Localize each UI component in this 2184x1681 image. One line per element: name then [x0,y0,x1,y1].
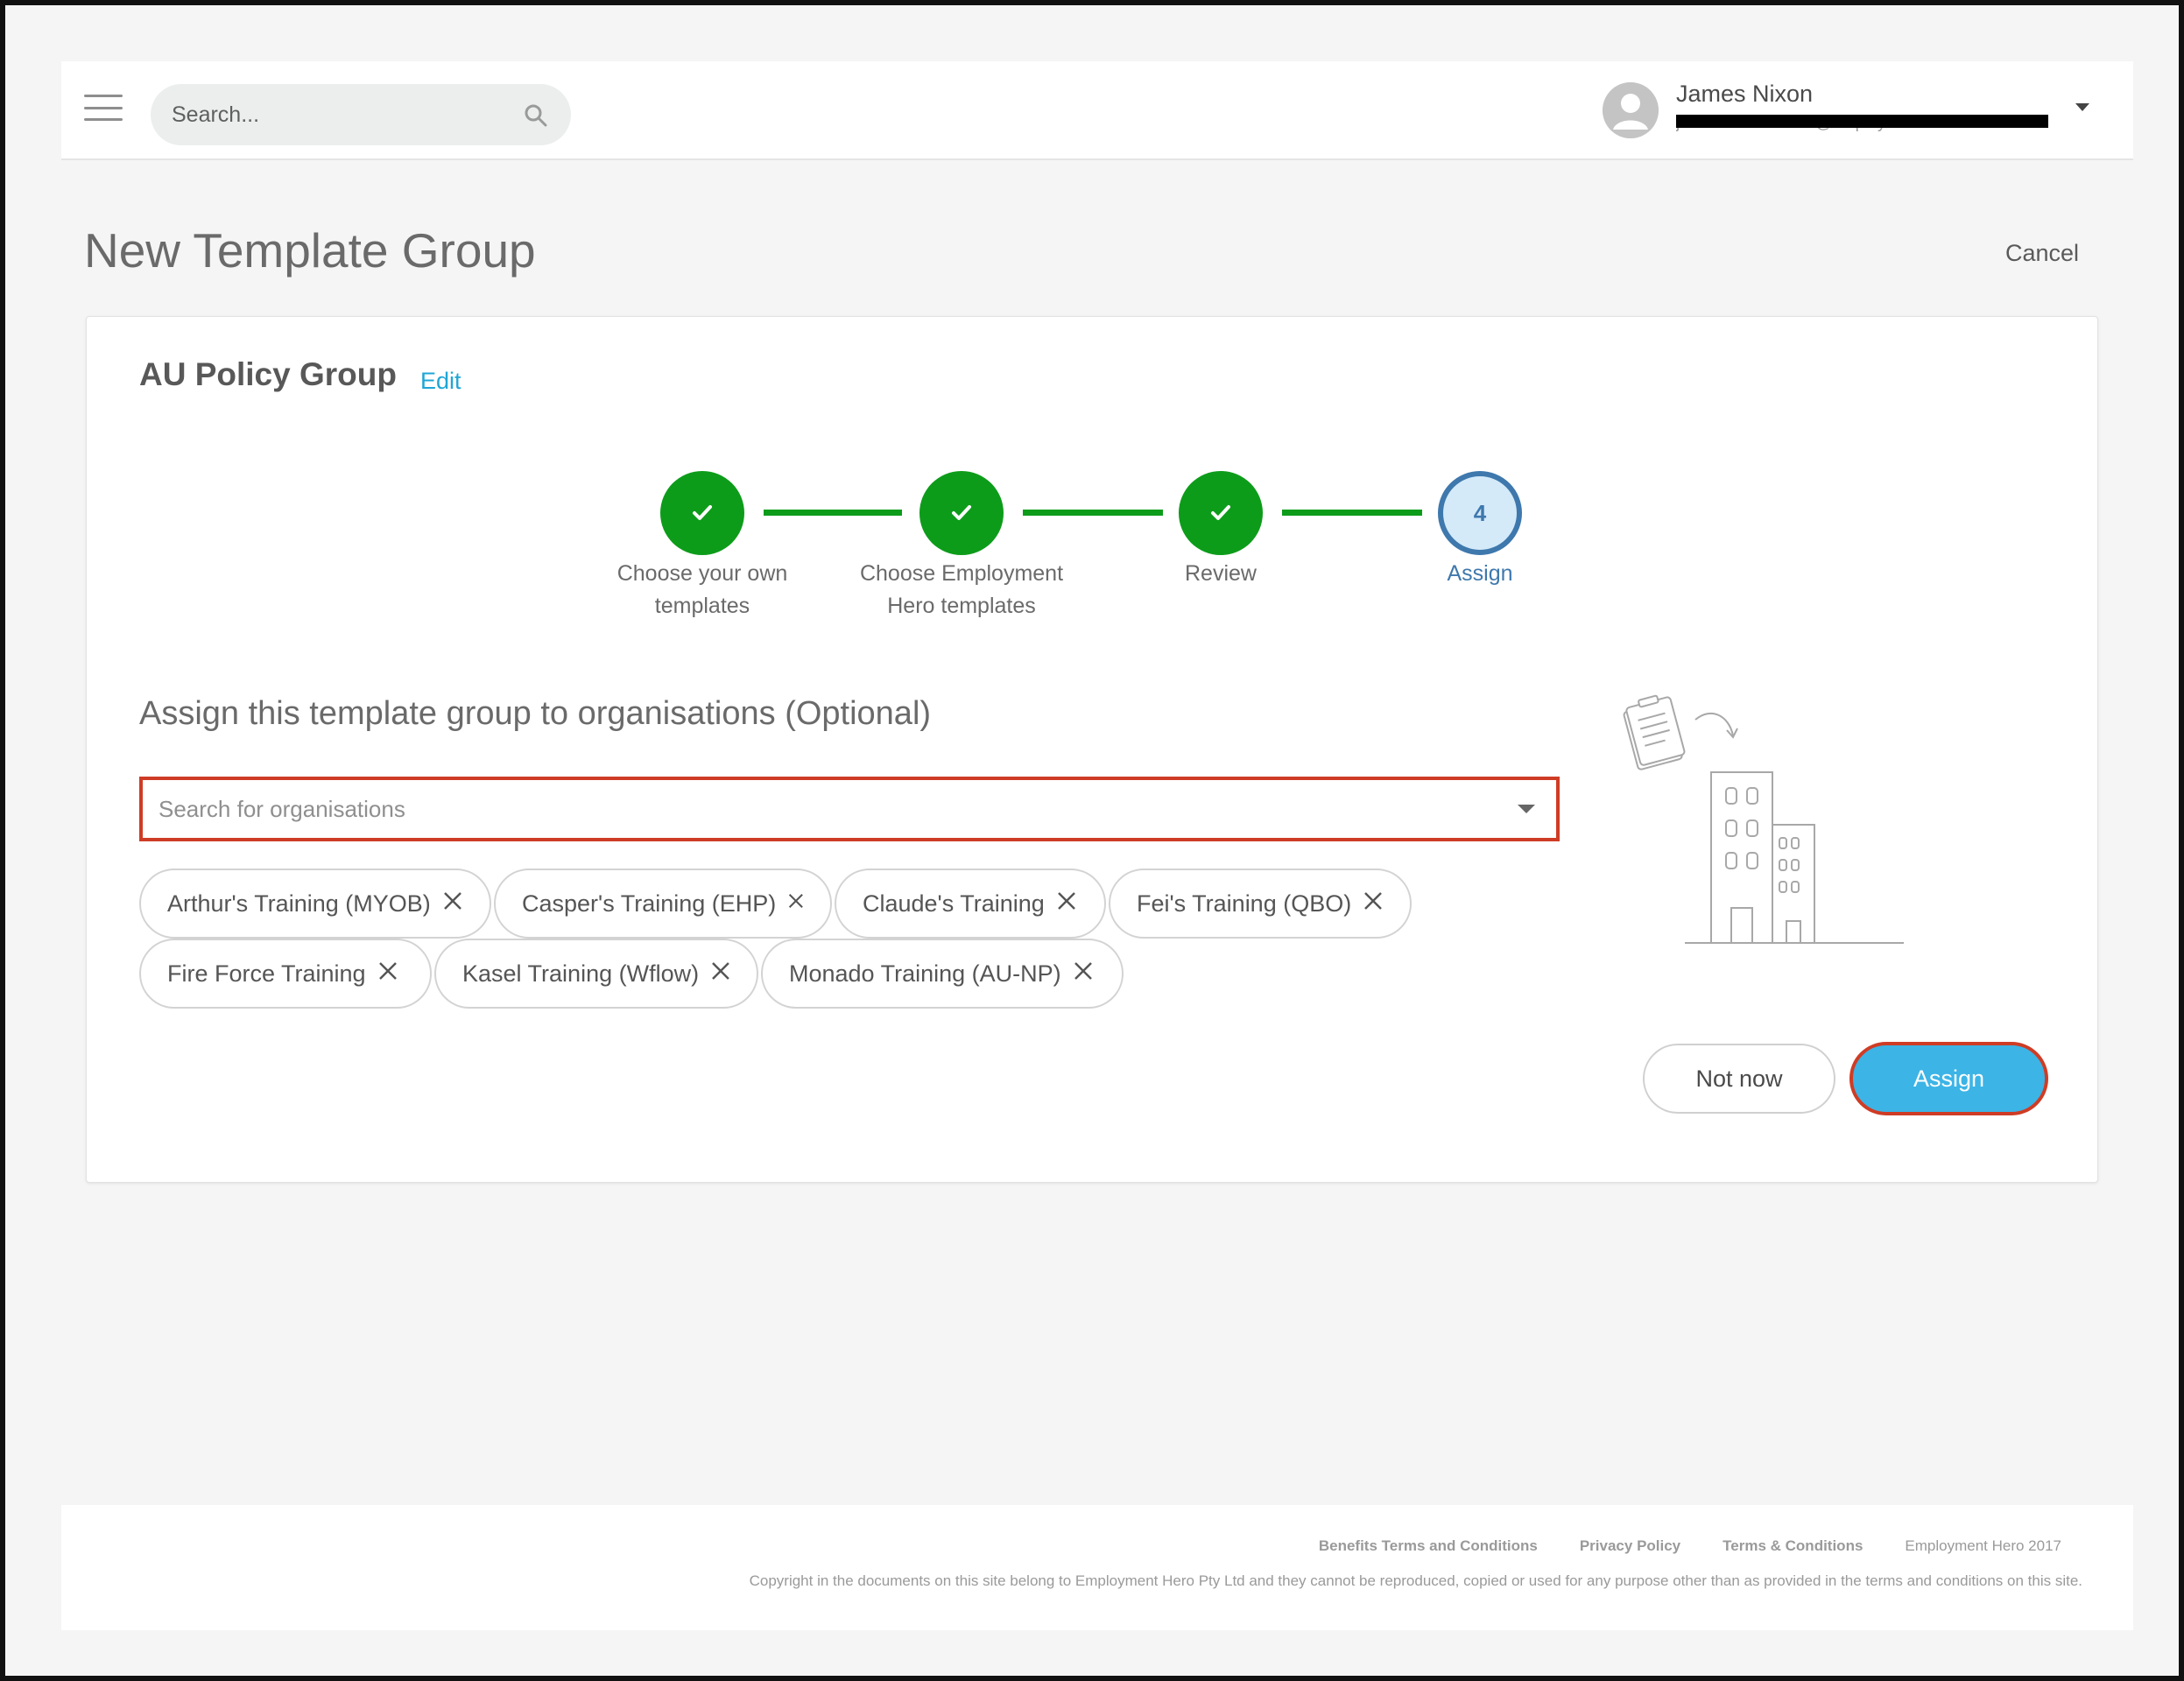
organisation-search-input[interactable] [159,780,1472,838]
app-window: James Nixon jamesnixon+test00@employment… [0,0,2184,1681]
remove-chip-icon[interactable] [378,961,398,981]
global-search-input[interactable] [172,84,504,145]
not-now-button[interactable]: Not now [1643,1044,1835,1114]
remove-chip-icon[interactable] [1363,891,1383,911]
step-connector [1023,510,1163,516]
checkmark-icon [952,505,971,520]
search-icon[interactable] [524,103,548,128]
cancel-link[interactable]: Cancel [2005,240,2079,267]
remove-chip-icon[interactable] [1057,891,1076,911]
step-connector [764,510,902,516]
user-silhouette-icon [1603,82,1659,138]
footer-link-privacy-policy[interactable]: Privacy Policy [1580,1537,1680,1555]
selected-org-chip: Claude's Training [835,869,1106,939]
step-4-label: Assign [1447,561,1513,586]
selected-org-chip: Casper's Training (EHP) [494,869,832,939]
edit-group-name-link[interactable]: Edit [420,368,461,395]
step-2-circle [919,471,1004,555]
step-connector [1282,510,1422,516]
assign-heading: Assign this template group to organisati… [139,695,932,732]
chevron-down-icon[interactable] [1518,805,1535,813]
checkmark-icon [1211,505,1230,520]
selected-org-chip: Fei's Training (QBO) [1109,869,1412,939]
user-name: James Nixon [1676,81,1814,107]
template-group-card: AU Policy Group Edit 4 Choose your own t… [86,316,2098,1183]
footer-link-benefits-terms[interactable]: Benefits Terms and Conditions [1319,1537,1538,1555]
page-title: New Template Group [84,223,536,278]
chevron-down-icon[interactable] [2075,103,2089,111]
group-name: AU Policy Group [139,356,397,392]
step-number: 4 [1473,499,1487,526]
redaction-bar [1676,115,2048,128]
user-menu[interactable]: James Nixon jamesnixon+test00@employment… [1603,77,2110,147]
step-2-label: Choose Employment Hero templates [859,561,1064,618]
remove-chip-icon[interactable] [711,961,730,981]
global-search [151,84,571,145]
step-4-circle: 4 [1438,471,1522,555]
step-3-circle [1179,471,1263,555]
clipboard-icon [1623,694,1686,770]
remove-chip-icon[interactable] [1074,961,1093,981]
footer-links: Benefits Terms and Conditions Privacy Po… [1319,1537,2061,1555]
organisation-search-select[interactable] [139,777,1560,841]
step-3-label: Review [1185,561,1257,586]
avatar [1603,82,1659,138]
assign-button[interactable]: Assign [1849,1042,2048,1115]
footer-link-terms-conditions[interactable]: Terms & Conditions [1723,1537,1863,1555]
footer: Benefits Terms and Conditions Privacy Po… [61,1505,2133,1630]
selected-org-chip: Kasel Training (Wflow) [434,939,758,1009]
hamburger-menu-icon[interactable] [84,95,123,121]
remove-chip-icon[interactable] [788,891,804,911]
remove-chip-icon[interactable] [443,891,462,911]
step-1-label: Choose your own templates [616,561,788,618]
footer-copyright-text: Copyright in the documents on this site … [749,1572,2082,1589]
selected-org-chip: Fire Force Training [139,939,432,1009]
step-1-circle [660,471,744,555]
selected-org-chip: Monado Training (AU-NP) [761,939,1124,1009]
top-navigation-bar: James Nixon jamesnixon+test00@employment… [61,61,2133,160]
buildings-illustration [1623,694,1904,944]
selected-org-chip: Arthur's Training (MYOB) [139,869,491,939]
footer-copyright-year: Employment Hero 2017 [1905,1537,2061,1554]
checkmark-icon [693,505,712,520]
